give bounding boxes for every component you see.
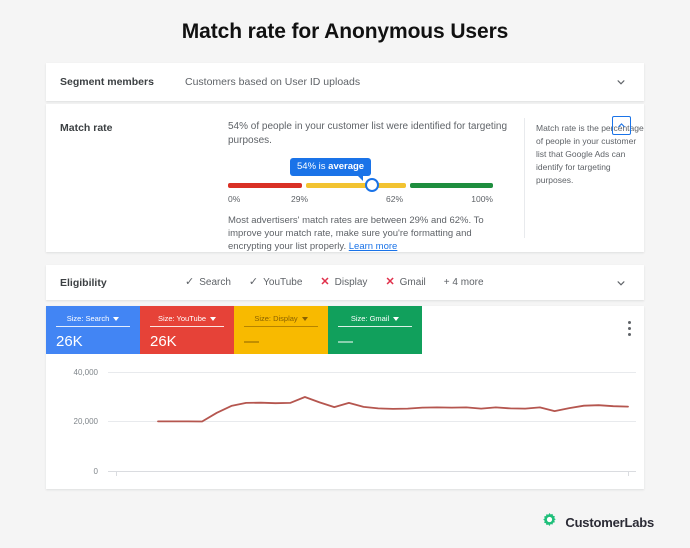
learn-more-link[interactable]: Learn more <box>349 241 398 252</box>
gauge-segment-mid <box>306 183 406 188</box>
kpi-card-display[interactable]: Size: Display — <box>234 306 328 354</box>
kpi-label: Size: Search <box>66 314 110 323</box>
eligibility-item-display: ✕ Display <box>320 276 368 289</box>
check-icon: ✓ <box>185 276 195 288</box>
eligibility-label: Eligibility <box>60 276 107 289</box>
eligibility-item-label: Gmail <box>399 277 426 288</box>
gauge-tick-labels: 0% 29% 62% 100% <box>228 194 493 206</box>
chevron-down-icon[interactable] <box>113 316 120 321</box>
chevron-down-icon[interactable] <box>301 316 308 321</box>
chevron-down-icon[interactable] <box>210 316 217 321</box>
kpi-label: Size: YouTube <box>157 314 207 323</box>
kpi-header[interactable]: Size: Gmail <box>338 314 412 327</box>
segment-members-label: Segment members <box>60 76 154 88</box>
gauge-tick-2: 62% <box>386 194 404 204</box>
match-rate-tooltip: 54% is average <box>290 158 372 181</box>
check-icon: ✓ <box>248 276 259 288</box>
tooltip-strong: average <box>328 161 365 172</box>
gauge-tick-3: 100% <box>471 194 493 204</box>
chevron-up-icon[interactable] <box>612 116 631 135</box>
gear-icon <box>540 510 559 534</box>
customerlabs-logo: CustomerLabs <box>540 510 654 534</box>
match-rate-card: Match rate 54% of people in your custome… <box>46 104 644 252</box>
kpi-card-youtube[interactable]: Size: YouTube 26K <box>140 306 234 354</box>
eligibility-row[interactable]: Eligibility ✓ Search ✓ YouTube ✕ Display… <box>46 265 644 300</box>
segment-members-row[interactable]: Segment members Customers based on User … <box>46 63 644 101</box>
gauge-track[interactable] <box>228 183 493 188</box>
tooltip-prefix: 54% is <box>297 161 329 172</box>
eligibility-more-link[interactable]: + 4 more <box>444 277 484 288</box>
eligibility-item-label: Display <box>334 277 368 288</box>
match-rate-note: Most advertisers' match rates are betwee… <box>228 214 500 253</box>
kpi-label: Size: Display <box>254 314 298 323</box>
kpi-header[interactable]: Size: YouTube <box>150 314 224 327</box>
kpi-header[interactable]: Size: Search <box>56 314 130 327</box>
cross-icon: ✕ <box>320 276 330 288</box>
kpi-card-gmail[interactable]: Size: Gmail — <box>328 306 422 354</box>
gauge-segment-high <box>410 183 493 188</box>
segment-members-value: Customers based on User ID uploads <box>185 76 361 88</box>
brand-name: CustomerLabs <box>565 514 654 530</box>
match-rate-label: Match rate <box>60 122 113 134</box>
chevron-down-icon[interactable] <box>614 276 628 290</box>
page-title: Match rate for Anonymous Users <box>181 20 509 43</box>
kpi-header[interactable]: Size: Display <box>244 314 318 327</box>
page-root: Match rate for Anonymous Users Segment m… <box>0 0 690 548</box>
eligibility-item-label: YouTube <box>263 277 303 288</box>
eligibility-item-youtube: ✓ YouTube <box>248 276 303 289</box>
kpi-card-search[interactable]: Size: Search 26K <box>46 306 140 354</box>
more-vertical-icon[interactable] <box>628 321 631 339</box>
kpi-value: 26K <box>150 333 177 350</box>
gauge-tick-1: 29% <box>291 194 309 204</box>
eligibility-item-gmail: ✕ Gmail <box>385 276 426 289</box>
eligibility-item-search: ✓ Search <box>185 276 231 289</box>
kpi-label: Size: Gmail <box>350 314 390 323</box>
cross-icon: ✕ <box>385 276 395 288</box>
gauge-segment-low <box>228 183 302 188</box>
metrics-chart-card: Size: Search 26K Size: YouTube 26K Size:… <box>46 306 644 489</box>
kpi-value: — <box>244 333 259 350</box>
match-rate-body: 54% of people in your customer list were… <box>228 120 510 252</box>
eligibility-item-label: Search <box>199 277 231 288</box>
line-chart: 40,000 20,000 0 <box>46 354 644 489</box>
chevron-down-icon[interactable] <box>614 75 628 89</box>
chevron-down-icon[interactable] <box>393 316 400 321</box>
kpi-value: — <box>338 333 353 350</box>
chart-line-path <box>157 396 629 423</box>
match-rate-description: 54% of people in your customer list were… <box>228 121 508 146</box>
kpi-card-row: Size: Search 26K Size: YouTube 26K Size:… <box>46 306 422 354</box>
gauge-tick-0: 0% <box>228 194 241 204</box>
panel-divider <box>524 118 525 238</box>
gauge-knob[interactable] <box>365 178 379 192</box>
kpi-value: 26K <box>56 333 83 350</box>
